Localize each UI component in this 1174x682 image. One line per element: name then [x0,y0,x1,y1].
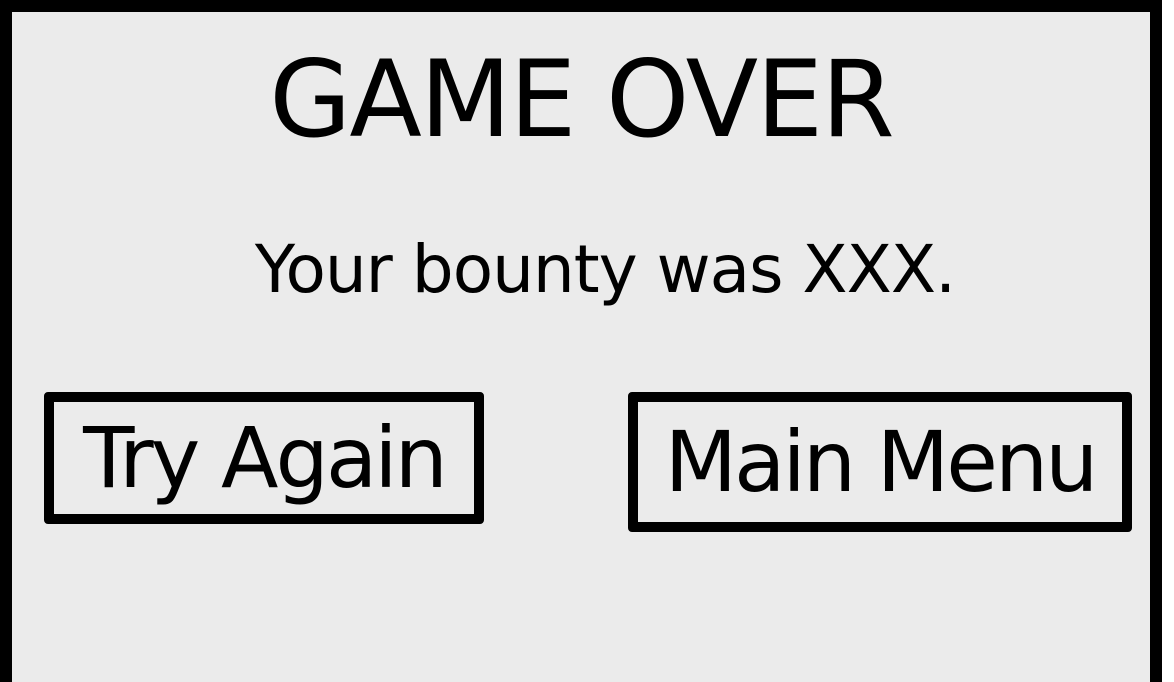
main-menu-button[interactable]: Main Menu [628,392,1132,532]
game-over-title: GAME OVER [269,38,895,161]
try-again-button[interactable]: Try Again [44,392,484,524]
bounty-message: Your bounty was XXX. [254,231,956,308]
game-over-screen: GAME OVER Your bounty was XXX. Try Again… [0,0,1162,682]
